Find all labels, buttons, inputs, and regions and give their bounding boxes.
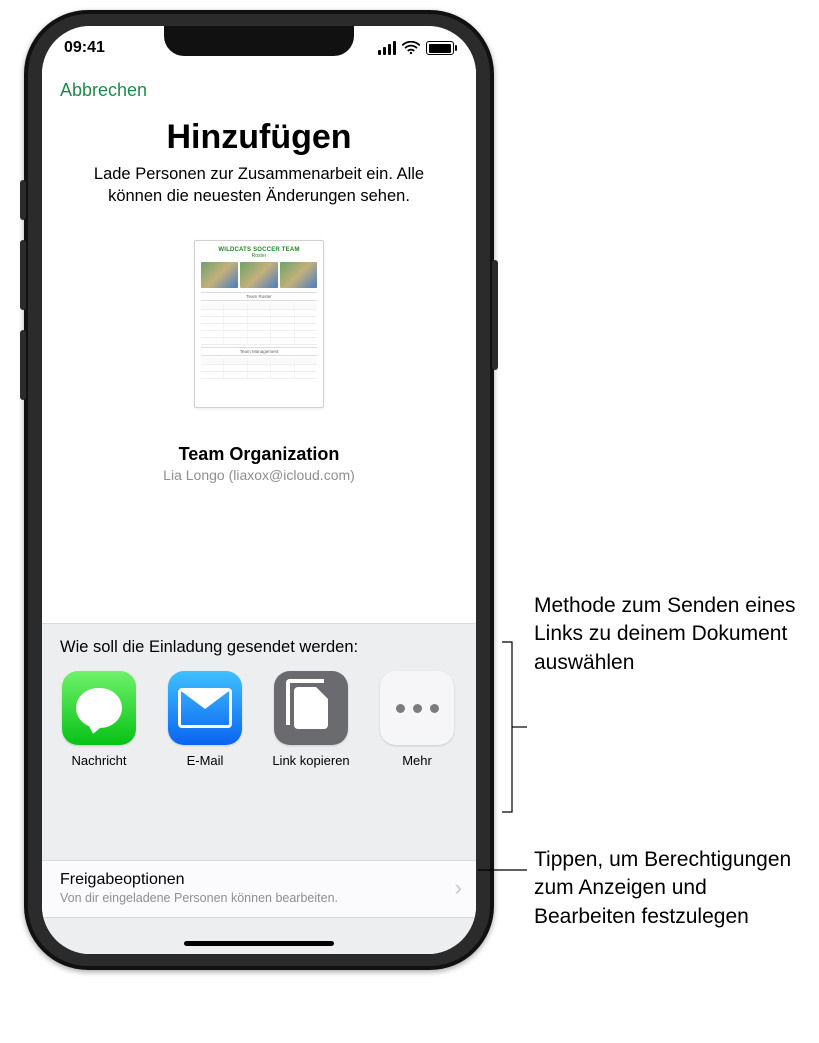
share-copy-link-button[interactable]: Link kopieren — [272, 671, 350, 768]
status-time: 09:41 — [64, 39, 105, 57]
share-options-title: Freigabeoptionen — [60, 871, 338, 889]
page-subtitle: Lade Personen zur Zusammenarbeit ein. Al… — [68, 163, 450, 208]
messages-icon — [62, 671, 136, 745]
share-options-detail: Von dir eingeladene Personen können bear… — [60, 891, 338, 905]
mail-icon — [168, 671, 242, 745]
screen: 09:41 Abbrechen Hinzufügen Lade Personen… — [42, 26, 476, 954]
document-name: Team Organization — [42, 444, 476, 465]
iphone-frame: 09:41 Abbrechen Hinzufügen Lade Personen… — [24, 10, 494, 970]
cancel-button[interactable]: Abbrechen — [60, 80, 147, 101]
home-indicator[interactable] — [184, 941, 334, 946]
share-messages-button[interactable]: Nachricht — [60, 671, 138, 768]
battery-icon — [426, 41, 454, 55]
document-preview: WILDCATS SOCCER TEAM Roster Team Roster … — [194, 240, 324, 408]
callout-share-options: Tippen, um Berechtigungen zum Anzeigen u… — [534, 846, 804, 931]
chevron-right-icon: › — [455, 877, 462, 899]
share-options-row[interactable]: Freigabeoptionen Von dir eingeladene Per… — [42, 860, 476, 918]
page-title: Hinzufügen — [42, 118, 476, 157]
share-methods-row: Nachricht E-Mail Link kopieren Mehr — [42, 665, 476, 778]
callout-share-method: Methode zum Senden eines Links zu deinem… — [534, 592, 804, 677]
copy-link-icon — [274, 671, 348, 745]
share-mail-button[interactable]: E-Mail — [166, 671, 244, 768]
wifi-icon — [402, 41, 420, 55]
document-owner: Lia Longo (liaxox@icloud.com) — [42, 467, 476, 483]
notch — [164, 26, 354, 56]
more-icon — [380, 671, 454, 745]
share-section-label: Wie soll die Einladung gesendet werden: — [42, 624, 476, 665]
cellular-signal-icon — [378, 41, 396, 55]
share-more-button[interactable]: Mehr — [378, 671, 456, 768]
